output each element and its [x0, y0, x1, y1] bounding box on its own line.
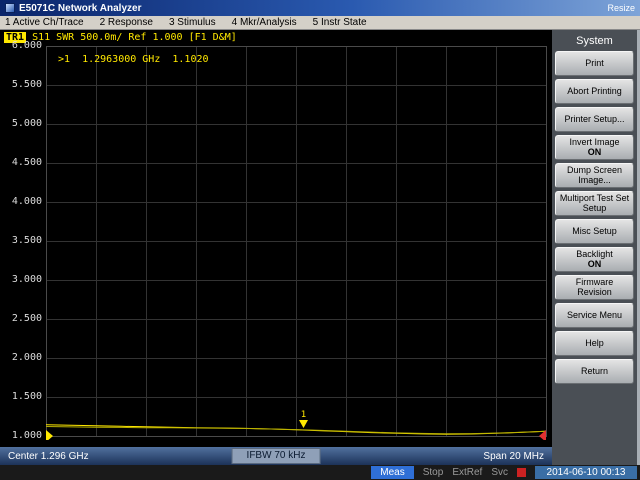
menu-item-2-response[interactable]: 2 Response: [100, 17, 153, 28]
softkey-multiport-test-set-setup[interactable]: Multiport Test Set Setup: [555, 191, 634, 216]
menu-item-1-active-ch-trace[interactable]: 1 Active Ch/Trace: [5, 17, 84, 28]
y-axis-tick-label: 1.000: [2, 430, 42, 441]
softkey-value: ON: [588, 148, 602, 158]
softkey-return[interactable]: Return: [555, 359, 634, 384]
channel-window: TR1 S11 SWR 500.0m/ Ref 1.000 [F1 D&M] 1…: [0, 30, 552, 465]
softkey-printer-setup[interactable]: Printer Setup...: [555, 107, 634, 132]
status-svc-indicator: Svc: [491, 467, 508, 478]
window-titlebar: E5071C Network Analyzer Resize: [0, 0, 640, 16]
menu-item-4-mkr-analysis[interactable]: 4 Mkr/Analysis: [232, 17, 297, 28]
softkey-print[interactable]: Print: [555, 51, 634, 76]
softkey-invert-image[interactable]: Invert ImageON: [555, 135, 634, 160]
softkey-label: Misc Setup: [572, 227, 617, 237]
softkey-label: Service Menu: [567, 311, 622, 321]
softkey-label: Printer Setup...: [564, 115, 624, 125]
y-axis-tick-label: 6.000: [2, 40, 42, 51]
stimulus-footer: Center 1.296 GHz IFBW 70 kHz Span 20 MHz: [0, 447, 552, 465]
y-axis-tick-label: 5.500: [2, 79, 42, 90]
status-datetime: 2014-06-10 00:13: [535, 466, 637, 479]
resize-button[interactable]: Resize: [607, 3, 635, 13]
softkey-menu-title: System: [555, 32, 634, 51]
plot-canvas: 1: [46, 46, 548, 440]
y-axis-tick-label: 2.000: [2, 352, 42, 363]
window-title: E5071C Network Analyzer: [19, 3, 603, 14]
app-icon: [5, 3, 15, 13]
y-axis-tick-label: 1.500: [2, 391, 42, 402]
y-axis-tick-label: 3.000: [2, 274, 42, 285]
softkey-backlight[interactable]: BacklightON: [555, 247, 634, 272]
softkey-firmware-revision[interactable]: Firmware Revision: [555, 275, 634, 300]
instrument-screen: E5071C Network Analyzer Resize 1 Active …: [0, 0, 640, 480]
softkey-abort-printing[interactable]: Abort Printing: [555, 79, 634, 104]
reference-level-marker-left: [46, 430, 53, 440]
menu-item-5-instr-state[interactable]: 5 Instr State: [313, 17, 367, 28]
status-stop-indicator: Stop: [423, 467, 444, 478]
y-axis-tick-label: 3.500: [2, 235, 42, 246]
marker-readout: >1 1.2963000 GHz 1.1020: [58, 54, 209, 65]
y-axis-tick-label: 2.500: [2, 313, 42, 324]
menu-item-3-stimulus[interactable]: 3 Stimulus: [169, 17, 216, 28]
softkey-misc-setup[interactable]: Misc Setup: [555, 219, 634, 244]
softkey-label: Multiport Test Set Setup: [558, 194, 631, 214]
status-bar: Meas Stop ExtRef Svc 2014-06-10 00:13: [0, 465, 640, 480]
menu-bar: 1 Active Ch/Trace 2 Response 3 Stimulus 4 M…: [0, 16, 640, 30]
marker-1-triangle[interactable]: [299, 420, 308, 428]
trace-header: TR1 S11 SWR 500.0m/ Ref 1.000 [F1 D&M]: [0, 30, 552, 44]
softkey-label: Dump Screen Image...: [558, 166, 631, 186]
softkey-label: Print: [585, 59, 604, 69]
status-extref-indicator: ExtRef: [452, 467, 482, 478]
softkey-dump-screen-image[interactable]: Dump Screen Image...: [555, 163, 634, 188]
softkey-help[interactable]: Help: [555, 331, 634, 356]
softkey-label: Return: [581, 367, 608, 377]
ifbw-label: IFBW 70 kHz: [232, 448, 321, 464]
y-axis-tick-label: 4.500: [2, 157, 42, 168]
marker-1-label: 1: [301, 410, 306, 420]
status-red-led: [517, 468, 526, 477]
graph-area: 1 >1 1.2963000 GHz 1.1020 6.0005.5005.00…: [0, 44, 552, 447]
trace-settings-text: S11 SWR 500.0m/ Ref 1.000 [F1 D&M]: [32, 32, 237, 43]
center-frequency-label: Center 1.296 GHz: [8, 451, 89, 462]
softkey-list: Print Abort Printing Printer Setup... Inver…: [555, 51, 634, 387]
softkey-menu: System Print Abort Printing Printer Setup.…: [552, 30, 640, 465]
softkey-label: Help: [585, 339, 604, 349]
softkey-label: Abort Printing: [567, 87, 622, 97]
y-axis-tick-label: 4.000: [2, 196, 42, 207]
softkey-label: Firmware Revision: [558, 278, 631, 298]
softkey-value: ON: [588, 260, 602, 270]
softkey-service-menu[interactable]: Service Menu: [555, 303, 634, 328]
status-meas-badge: Meas: [371, 466, 413, 479]
y-axis-tick-label: 5.000: [2, 118, 42, 129]
span-label: Span 20 MHz: [483, 451, 544, 462]
main-body: TR1 S11 SWR 500.0m/ Ref 1.000 [F1 D&M] 1…: [0, 30, 640, 465]
